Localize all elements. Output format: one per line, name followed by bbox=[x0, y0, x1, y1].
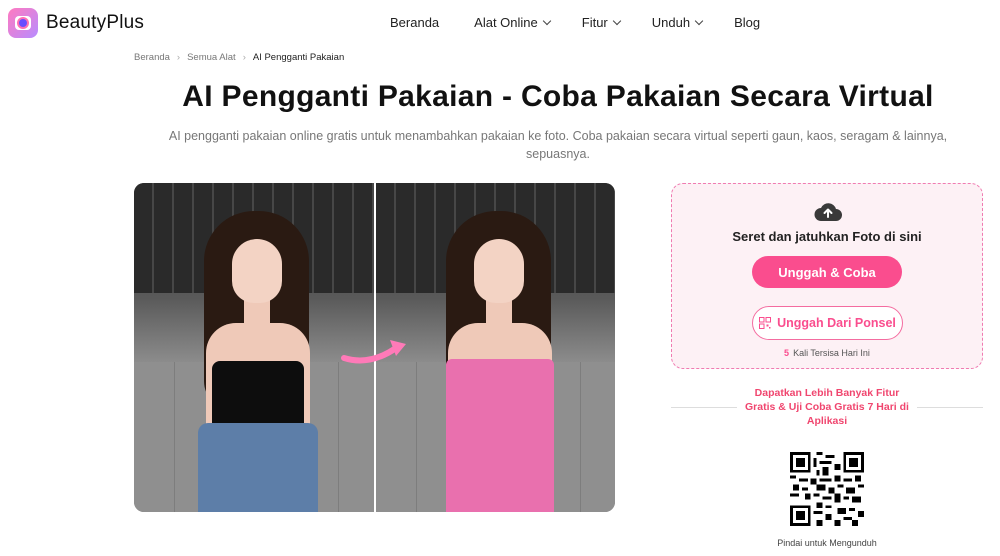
page-title: AI Pengganti Pakaian - Coba Pakaian Seca… bbox=[182, 80, 934, 113]
after-photo bbox=[375, 183, 615, 512]
arrow-icon bbox=[341, 340, 406, 364]
before-photo bbox=[134, 183, 374, 512]
nav-item-alat-online[interactable]: Alat Online bbox=[474, 15, 551, 30]
upload-dropzone[interactable]: Seret dan jatuhkan Foto di sini Unggah &… bbox=[671, 183, 983, 369]
breadcrumb-separator-icon: › bbox=[176, 52, 181, 63]
divider bbox=[917, 407, 983, 408]
nav-label: Fitur bbox=[581, 15, 608, 30]
nav-label: Alat Online bbox=[474, 15, 538, 30]
nav-item-blog[interactable]: Blog bbox=[734, 15, 760, 30]
breadcrumb-home[interactable]: Beranda bbox=[134, 52, 170, 63]
upload-from-phone-button[interactable]: Unggah Dari Ponsel bbox=[752, 306, 903, 340]
qr-code-icon bbox=[759, 317, 772, 329]
remaining-count: 5 bbox=[784, 348, 790, 358]
nav-label: Unduh bbox=[651, 15, 691, 30]
nav-item-beranda[interactable]: Beranda bbox=[390, 15, 439, 30]
cloud-upload-icon bbox=[814, 203, 842, 221]
nav-item-unduh[interactable]: Unduh bbox=[651, 15, 704, 30]
nav-item-fitur[interactable]: Fitur bbox=[581, 15, 621, 30]
upload-try-button[interactable]: Unggah & Coba bbox=[752, 256, 902, 288]
download-qr-code bbox=[790, 452, 864, 526]
breadcrumb-separator-icon: › bbox=[242, 52, 246, 63]
breadcrumb: Beranda › Semua Alat › AI Pengganti Paka… bbox=[134, 52, 344, 63]
main-menu: Beranda Alat Online Fitur Unduh Blog bbox=[390, 15, 760, 30]
remaining-label: Kali Tersisa Hari Ini bbox=[793, 348, 870, 358]
dropzone-text: Seret dan jatuhkan Foto di sini bbox=[732, 229, 922, 244]
nav-label: Beranda bbox=[390, 15, 440, 30]
top-navigation: BeautyPlus Beranda Alat Online Fitur Und… bbox=[0, 0, 1000, 46]
chevron-down-icon bbox=[542, 16, 551, 26]
breadcrumb-all-tools[interactable]: Semua Alat bbox=[187, 52, 236, 63]
chevron-down-icon bbox=[694, 16, 704, 26]
chevron-down-icon bbox=[612, 16, 621, 26]
page-subtitle: AI pengganti pakaian online gratis untuk… bbox=[168, 129, 948, 161]
breadcrumb-current: AI Pengganti Pakaian bbox=[252, 52, 345, 63]
qr-caption: Pindai untuk Mengunduh bbox=[777, 538, 877, 548]
remaining-uses: 5 Kali Tersisa Hari Ini bbox=[672, 348, 982, 358]
upload-from-phone-label: Unggah Dari Ponsel bbox=[777, 316, 896, 330]
brand-logo[interactable]: BeautyPlus bbox=[8, 8, 144, 38]
divider bbox=[671, 407, 737, 408]
app-promo: Dapatkan Lebih Banyak Fitur Gratis & Uji… bbox=[671, 386, 983, 430]
nav-label: Blog bbox=[734, 15, 761, 30]
beautyplus-logo-icon bbox=[8, 8, 38, 38]
promo-text[interactable]: Dapatkan Lebih Banyak Fitur Gratis & Uji… bbox=[745, 386, 909, 428]
brand-name: BeautyPlus bbox=[46, 12, 145, 33]
